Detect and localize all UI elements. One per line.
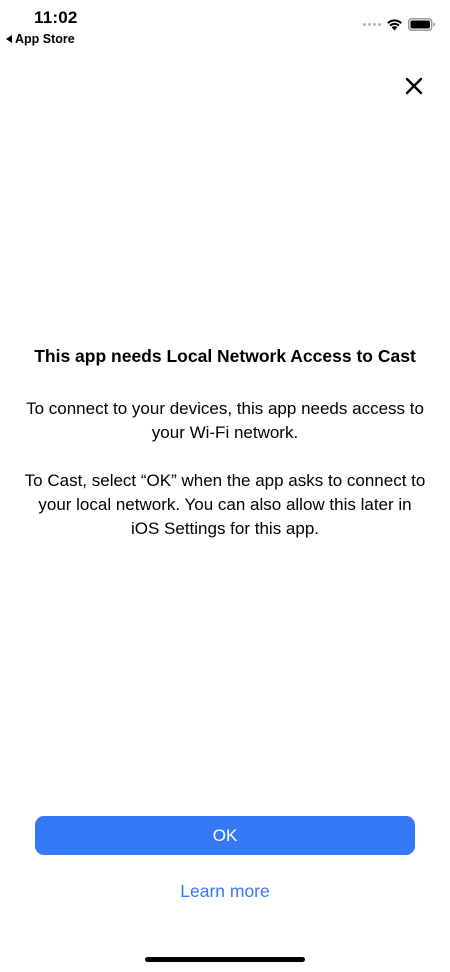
back-link-label: App Store [15,32,75,46]
screen: 11:02 App Store This app needs Local Net… [0,0,450,972]
dialog-content: This app needs Local Network Access to C… [24,344,426,565]
back-arrow-icon [6,35,12,43]
dialog-title: This app needs Local Network Access to C… [34,346,416,366]
close-button[interactable] [402,74,426,98]
status-time: 11:02 [34,8,78,27]
dialog-paragraph-instructions: To Cast, select “OK” when the app asks t… [24,471,426,538]
wifi-icon [387,19,402,31]
ok-button[interactable]: OK [35,816,415,855]
cellular-signal-icon [363,23,381,26]
battery-icon [408,18,435,31]
home-indicator[interactable] [145,957,305,962]
learn-more-link[interactable]: Learn more [0,881,450,902]
back-to-app-store-link[interactable]: App Store [6,32,75,46]
dialog-paragraph-devices: To connect to your devices, this app nee… [26,399,424,442]
status-icons [363,18,436,31]
close-icon [405,77,423,95]
